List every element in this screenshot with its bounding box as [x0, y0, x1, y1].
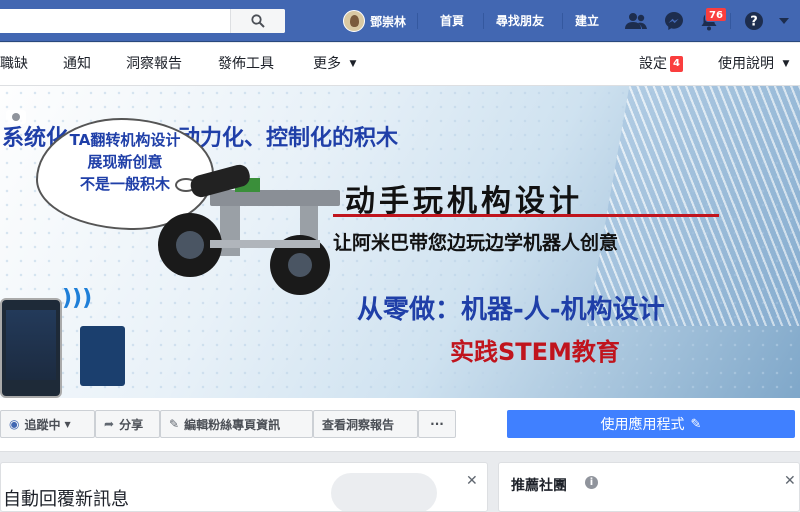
- svg-text:?: ?: [750, 15, 758, 30]
- close-icon[interactable]: ✕: [784, 473, 796, 489]
- account-menu-button[interactable]: [776, 9, 792, 33]
- search-button[interactable]: [230, 9, 285, 33]
- use-app-button[interactable]: 使用應用程式 ✎: [507, 410, 795, 438]
- divider: [483, 13, 484, 29]
- tab-insights[interactable]: 洞察報告: [126, 43, 182, 86]
- auto-reply-card: 自動回覆新訊息 ✕: [0, 462, 488, 512]
- phone-image: [0, 298, 62, 398]
- suggested-groups-card: 推薦社團 i ✕: [498, 462, 800, 512]
- tab-jobs[interactable]: 職缺: [0, 43, 28, 86]
- divider: [562, 13, 563, 29]
- help-icon: ?: [745, 12, 763, 30]
- use-app-label: 使用應用程式: [600, 417, 685, 433]
- robot-car-image: [158, 164, 340, 295]
- messenger-button[interactable]: [662, 9, 686, 33]
- caret-down-icon: ▼: [64, 419, 71, 429]
- tab-notifications[interactable]: 通知: [63, 43, 91, 86]
- friends-icon: [625, 13, 647, 29]
- divider: [730, 13, 731, 29]
- nav-home-link[interactable]: 首頁: [430, 9, 474, 33]
- nav-find-friends-link[interactable]: 尋找朋友: [486, 9, 554, 33]
- edit-page-info-button[interactable]: ✎ 編輯粉絲專頁資訊: [160, 410, 313, 438]
- help-button[interactable]: ?: [742, 9, 766, 33]
- top-navigation-bar: 鄧崇林 首頁 尋找朋友 建立 76 ?: [0, 0, 800, 42]
- cover-subtitle: 让阿米巴带您边玩边学机器人创意: [333, 232, 619, 254]
- caret-down-icon: [779, 18, 789, 24]
- share-button[interactable]: ➦ 分享: [95, 410, 160, 438]
- more-actions-button[interactable]: ···: [418, 410, 456, 438]
- pencil-icon: ✎: [690, 416, 702, 432]
- wireless-icon: ))): [62, 286, 93, 311]
- page-tabs-bar: 職缺 通知 洞察報告 發佈工具 更多 ▼ 設定 4 使用說明 ▼: [0, 43, 800, 86]
- auto-reply-toggle[interactable]: [331, 473, 437, 511]
- tab-settings[interactable]: 設定 4: [639, 43, 683, 86]
- tab-help[interactable]: 使用說明 ▼: [718, 43, 789, 86]
- view-insights-label: 查看洞察報告: [322, 417, 395, 432]
- notifications-badge: 76: [705, 7, 727, 22]
- avatar: [343, 10, 365, 32]
- cover-divider: [333, 214, 719, 217]
- auto-reply-title: 自動回覆新訊息: [3, 489, 129, 510]
- profile-link[interactable]: 鄧崇林: [343, 9, 406, 33]
- rss-icon: ◉: [9, 417, 20, 431]
- share-icon: ➦: [104, 417, 115, 431]
- info-icon[interactable]: i: [585, 476, 598, 489]
- more-icon: ···: [430, 417, 444, 431]
- tab-more-label: 更多: [313, 56, 341, 72]
- caret-down-icon: ▼: [349, 59, 357, 69]
- tab-publishing-tools[interactable]: 發佈工具: [218, 43, 274, 86]
- friend-requests-button[interactable]: [624, 9, 648, 33]
- messenger-icon: [665, 12, 683, 30]
- bubble-line: TA翻转机构设计: [69, 131, 181, 149]
- search-box: [0, 9, 285, 33]
- share-label: 分享: [119, 417, 144, 432]
- cover-photo[interactable]: 系统化、平台化、动力化、控制化的积木 动手玩机构设计 让阿米巴带您边玩边学机器人…: [0, 86, 800, 398]
- cover-tagline: 从零做：机器-人-机构设计: [357, 295, 665, 325]
- controller-board-image: [80, 326, 125, 386]
- settings-badge: 4: [670, 56, 683, 72]
- suggested-groups-title: 推薦社團: [511, 478, 567, 494]
- close-icon[interactable]: ✕: [466, 473, 478, 489]
- search-input[interactable]: [0, 9, 228, 33]
- divider: [417, 13, 418, 29]
- following-label: 追蹤中: [24, 417, 61, 432]
- search-icon: [251, 14, 265, 28]
- tab-more[interactable]: 更多 ▼: [313, 43, 356, 86]
- following-button[interactable]: ◉ 追蹤中 ▼: [0, 410, 95, 438]
- tab-help-label: 使用說明: [718, 56, 774, 72]
- edit-page-info-label: 編輯粉絲專頁資訊: [184, 417, 281, 432]
- view-insights-button[interactable]: 查看洞察報告: [313, 410, 418, 438]
- pencil-icon: ✎: [169, 417, 180, 431]
- cover-stem-text: 实践STEM教育: [450, 338, 620, 366]
- caret-down-icon: ▼: [782, 59, 790, 69]
- tab-settings-label: 設定: [639, 56, 667, 72]
- nav-create-link[interactable]: 建立: [565, 9, 609, 33]
- profile-name: 鄧崇林: [370, 14, 407, 29]
